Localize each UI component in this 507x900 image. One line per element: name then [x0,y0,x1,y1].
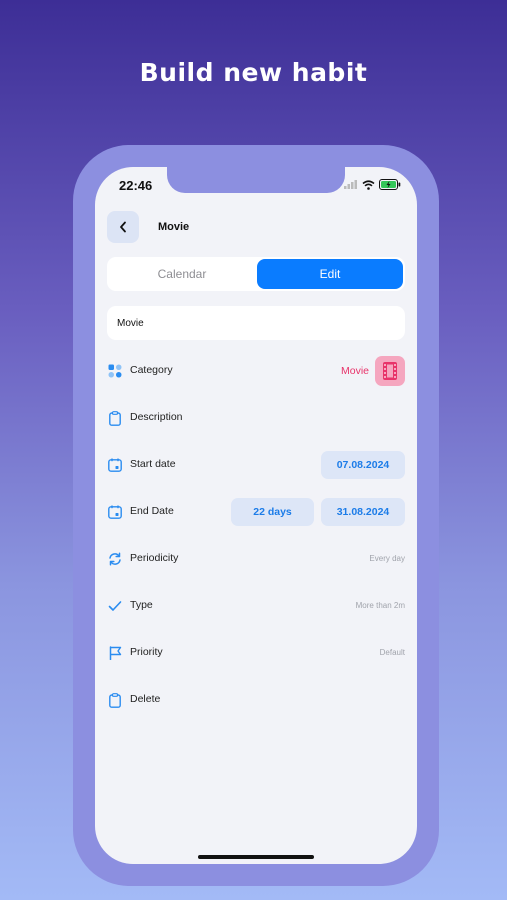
battery-charging-icon [379,179,401,190]
periodicity-label: Periodicity [130,552,179,564]
flag-icon [107,645,123,661]
habit-name-input[interactable] [107,306,405,340]
category-row[interactable]: Category Movie [107,356,405,386]
calendar-icon [107,504,123,520]
end-date-pill[interactable]: 31.08.2024 [321,498,405,526]
phone-notch [167,167,345,193]
type-value: More than 2m [355,601,405,610]
priority-value: Default [379,648,405,657]
status-icons [344,179,401,190]
duration-pill[interactable]: 22 days [231,498,314,526]
chevron-left-icon [120,221,126,233]
priority-label: Priority [130,646,163,658]
type-label: Type [130,599,153,611]
view-segmented-control: Calendar Edit [107,257,405,291]
tab-edit[interactable]: Edit [257,259,403,289]
status-time: 22:46 [119,178,153,193]
film-icon [383,362,397,380]
priority-row[interactable]: Priority Default [107,638,405,668]
end-date-label: End Date [130,505,174,517]
signal-icon [344,180,357,189]
periodicity-row[interactable]: Periodicity Every day [107,544,405,574]
start-date-row[interactable]: Start date 07.08.2024 [107,450,405,480]
clipboard-icon [107,410,123,426]
app-screen: 22:46 Movie Calendar Edit Movie Category… [95,167,417,864]
back-button[interactable] [107,211,139,243]
description-row[interactable]: Description [107,403,405,433]
periodicity-value: Every day [369,554,405,563]
delete-row[interactable]: Delete [107,685,405,715]
start-date-pill[interactable]: 07.08.2024 [321,451,405,479]
tab-calendar[interactable]: Calendar [109,259,255,289]
type-row[interactable]: Type More than 2m [107,591,405,621]
repeat-icon [107,551,123,567]
clipboard-icon [107,692,123,708]
wifi-icon [362,179,375,190]
category-value: Movie [340,365,369,377]
start-date-label: Start date [130,458,176,470]
calendar-icon [107,457,123,473]
category-badge[interactable] [375,356,405,386]
promo-headline: Build new habit [139,58,368,87]
category-label: Category [130,364,173,376]
delete-label: Delete [130,693,161,705]
category-grid-icon [107,363,123,379]
home-indicator [198,855,314,859]
checkmark-icon [107,598,123,614]
end-date-row[interactable]: End Date 22 days 31.08.2024 [107,497,405,527]
description-label: Description [130,411,183,423]
page-title: Movie [158,221,190,233]
